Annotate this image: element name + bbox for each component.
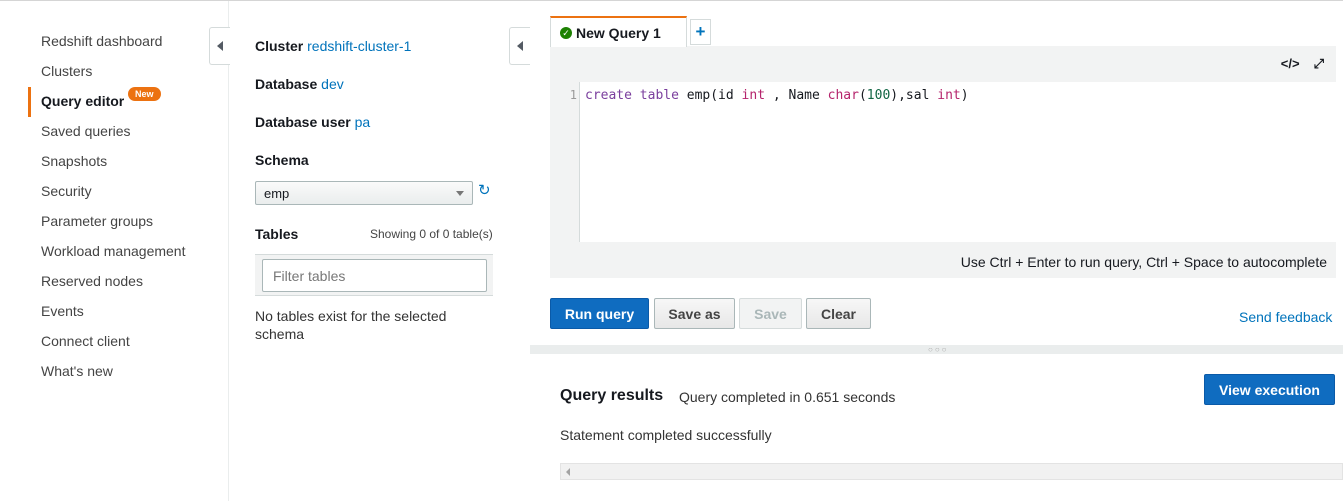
database-link[interactable]: dev xyxy=(321,76,344,92)
database-row: Database dev xyxy=(255,76,344,92)
filter-bar xyxy=(255,254,493,296)
nav-item-events[interactable]: Events xyxy=(41,303,84,319)
schema-title: Schema xyxy=(255,152,309,168)
code-type: char xyxy=(827,88,859,103)
nav-item-snapshots[interactable]: Snapshots xyxy=(41,153,107,169)
view-execution-button[interactable]: View execution xyxy=(1204,374,1335,405)
save-button[interactable]: Save xyxy=(739,298,802,329)
cluster-label: Cluster xyxy=(255,38,304,54)
drag-handle-icon: ○○○ xyxy=(928,345,949,354)
sidebar-nav: Redshift dashboard Clusters Query editor… xyxy=(0,1,229,501)
database-label: Database xyxy=(255,76,318,92)
code-text: ),sal xyxy=(890,88,938,103)
results-title: Query results xyxy=(560,387,664,404)
statement-status: Statement completed successfully xyxy=(560,427,772,443)
code-line[interactable]: create table emp(id int , Name char(100)… xyxy=(585,88,969,103)
cluster-row: Cluster redshift-cluster-1 xyxy=(255,38,411,54)
user-link[interactable]: pa xyxy=(355,114,371,130)
nav-item-clusters[interactable]: Clusters xyxy=(41,63,92,79)
schema-selected-value: emp xyxy=(264,186,290,201)
nav-item-parameter-groups[interactable]: Parameter groups xyxy=(41,213,153,229)
code-type: int xyxy=(937,88,961,103)
nav-item-workload-management[interactable]: Workload management xyxy=(41,243,185,259)
editor-toolbar: </> ⤢ xyxy=(1281,56,1324,72)
scroll-left-icon[interactable] xyxy=(566,468,570,476)
check-circle-icon: ✓ xyxy=(560,26,572,39)
collapse-sidebar-button[interactable] xyxy=(209,27,230,65)
expand-icon[interactable]: ⤢ xyxy=(1314,56,1324,72)
user-label: Database user xyxy=(255,114,351,130)
save-as-button[interactable]: Save as xyxy=(654,298,735,329)
tab-label: New Query 1 xyxy=(576,24,661,41)
user-row: Database user pa xyxy=(255,114,370,130)
query-editor: </> ⤢ 1 create table emp(id int , Name c… xyxy=(550,46,1336,278)
code-format-icon[interactable]: </> xyxy=(1281,56,1300,72)
tables-title: Tables xyxy=(255,226,299,242)
chevron-down-icon xyxy=(456,191,464,196)
nav-item-security[interactable]: Security xyxy=(41,183,92,199)
code-area[interactable]: 1 create table emp(id int , Name char(10… xyxy=(570,82,1336,242)
code-text: ) xyxy=(960,88,969,103)
collapse-schema-panel-button[interactable] xyxy=(509,27,530,65)
nav-item-query-editor[interactable]: Query editor xyxy=(41,93,124,109)
nav-item-reserved-nodes[interactable]: Reserved nodes xyxy=(41,273,143,289)
tab-new-query-1[interactable]: ✓ New Query 1 xyxy=(550,16,687,47)
new-badge: New xyxy=(128,87,161,101)
code-keyword: create table xyxy=(585,88,679,103)
code-text: emp(id xyxy=(678,88,742,103)
code-number: 100 xyxy=(866,88,891,103)
refresh-icon[interactable]: ↻ xyxy=(478,183,494,199)
caret-left-icon xyxy=(217,41,223,51)
code-text: ( xyxy=(858,88,867,103)
add-tab-button[interactable]: + xyxy=(690,19,711,45)
nav-item-connect-client[interactable]: Connect client xyxy=(41,333,130,349)
editor-hint: Use Ctrl + Enter to run query, Ctrl + Sp… xyxy=(960,254,1327,270)
schema-select[interactable]: emp xyxy=(255,181,473,205)
clear-button[interactable]: Clear xyxy=(806,298,871,329)
active-indicator xyxy=(28,87,31,117)
nav-item-saved-queries[interactable]: Saved queries xyxy=(41,123,131,139)
nav-item-redshift-dashboard[interactable]: Redshift dashboard xyxy=(41,33,162,49)
horizontal-scrollbar[interactable] xyxy=(560,463,1343,480)
caret-left-icon xyxy=(517,41,523,51)
nav-item-whats-new[interactable]: What's new xyxy=(41,363,113,379)
code-text: , Name xyxy=(765,88,828,103)
send-feedback-link[interactable]: Send feedback xyxy=(1239,309,1332,325)
tables-count: Showing 0 of 0 table(s) xyxy=(370,227,493,241)
resize-splitter[interactable]: ○○○ xyxy=(530,345,1343,354)
schema-panel: Cluster redshift-cluster-1 Database dev … xyxy=(230,15,529,501)
line-number: 1 xyxy=(569,88,577,102)
code-type: int xyxy=(741,88,766,103)
empty-tables-message: No tables exist for the selected schema xyxy=(255,308,447,342)
filter-tables-input[interactable] xyxy=(262,259,487,292)
results-duration: Query completed in 0.651 seconds xyxy=(679,389,896,405)
cluster-link[interactable]: redshift-cluster-1 xyxy=(307,38,411,54)
run-query-button[interactable]: Run query xyxy=(550,298,649,329)
